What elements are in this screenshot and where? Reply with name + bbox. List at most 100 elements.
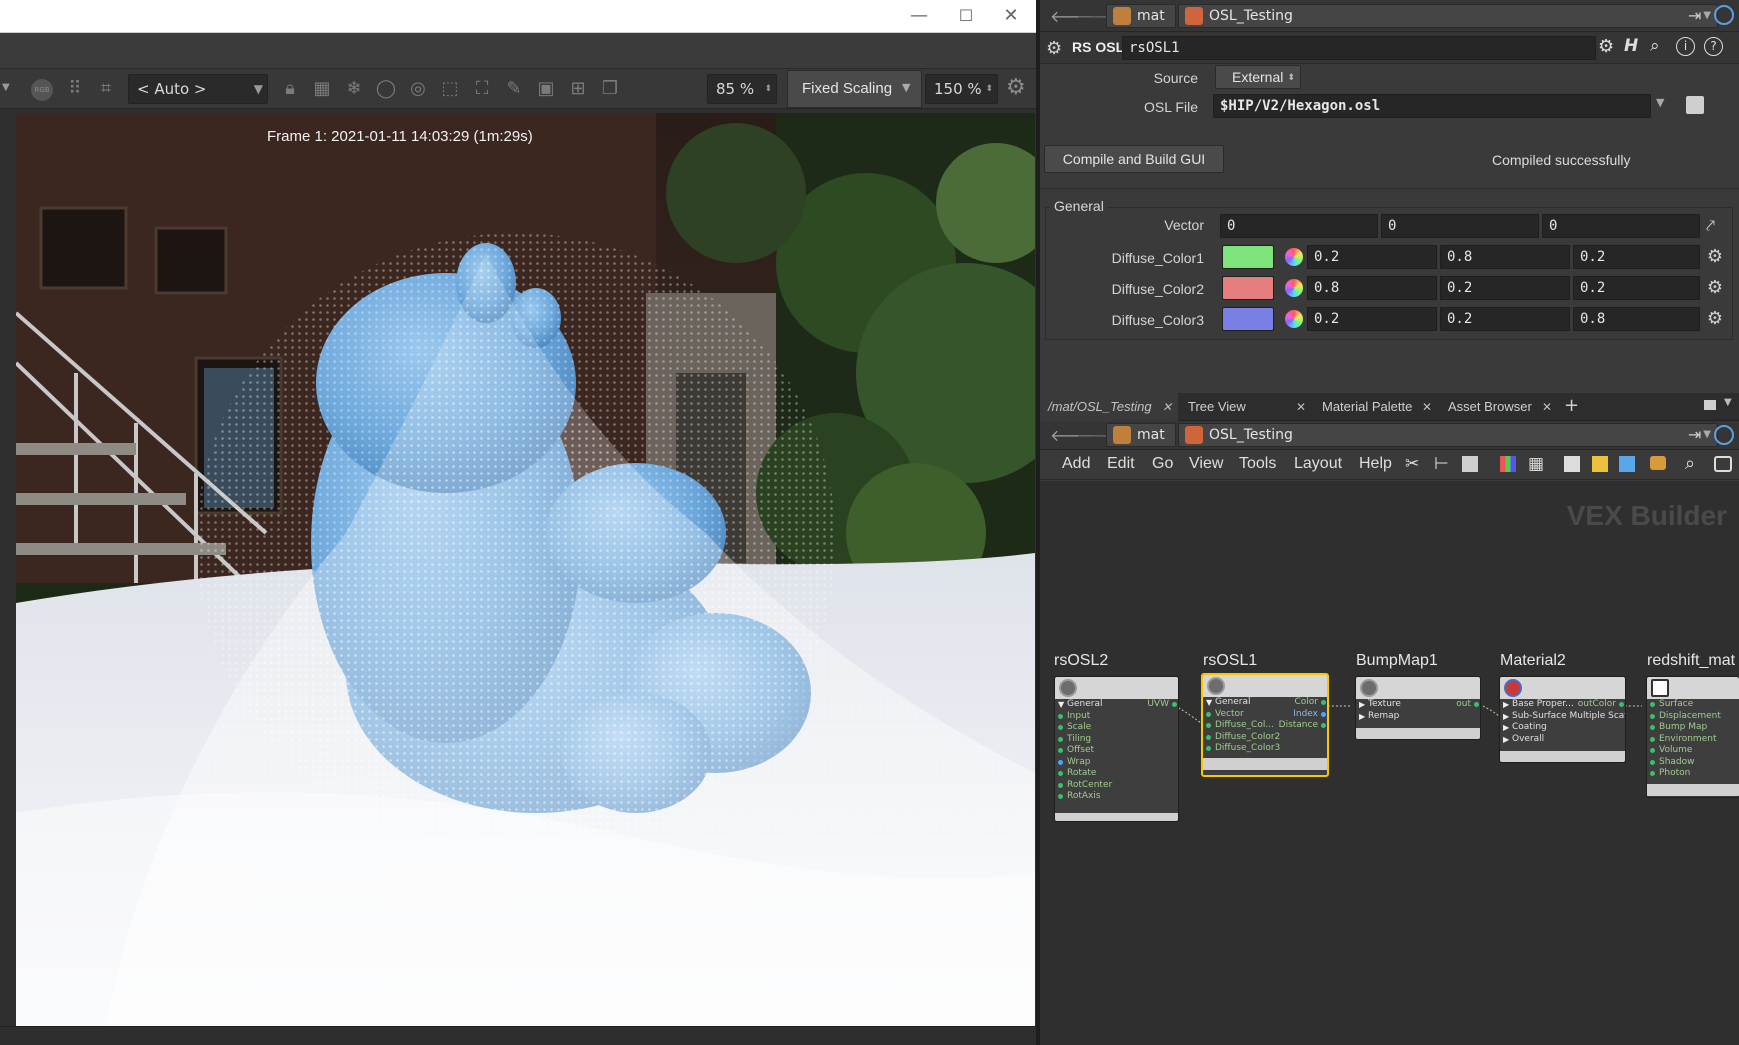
chevron-down-icon[interactable]: ▼ xyxy=(902,81,910,94)
color-wheel-icon[interactable] xyxy=(1285,248,1303,266)
node-input[interactable]: Diffuse_Col... Distance xyxy=(1203,720,1327,732)
pin-icon[interactable]: ⇥ xyxy=(1688,6,1701,25)
output-connector[interactable] xyxy=(1474,702,1479,707)
grid-icon[interactable]: ▦ xyxy=(309,76,335,102)
input-connector[interactable] xyxy=(1058,725,1063,730)
output-connector[interactable] xyxy=(1172,702,1177,707)
search-icon[interactable]: ⌕ xyxy=(1685,453,1695,474)
display-window-dropdown[interactable]: < Auto > ▼ xyxy=(128,74,268,104)
node-input[interactable]: Scale xyxy=(1055,722,1178,734)
network-box-icon[interactable] xyxy=(1564,456,1580,472)
chevron-down-icon[interactable]: ▼ xyxy=(1656,96,1664,109)
node-group[interactable]: ▶ Coating xyxy=(1500,722,1625,734)
asset-icon[interactable] xyxy=(1650,456,1666,470)
tools-icon[interactable]: ✂ xyxy=(1405,454,1419,474)
tab-material-palette[interactable]: Material Palette ✕ xyxy=(1314,393,1438,421)
fit-icon[interactable]: ⛶ xyxy=(469,76,495,102)
vector-z-field[interactable]: 0 xyxy=(1542,214,1700,238)
grid-icon[interactable]: ▦ xyxy=(1528,454,1544,474)
input-connector[interactable] xyxy=(1058,713,1063,719)
menu-add[interactable]: Add xyxy=(1062,455,1090,473)
node-group[interactable]: ▶ Base Proper... outColor xyxy=(1500,699,1625,711)
gear-icon[interactable]: ⚙ xyxy=(1006,75,1026,100)
diffuse-color1-r[interactable]: 0.2 xyxy=(1307,245,1437,269)
node-group[interactable]: ▶Sub-Surface Multiple Scatteri... xyxy=(1500,711,1625,723)
diffuse-color3-g[interactable]: 0.2 xyxy=(1440,307,1570,331)
diffuse-color3-b[interactable]: 0.8 xyxy=(1573,307,1700,331)
scale-field[interactable]: 150 % ⬍ xyxy=(925,74,998,104)
node-input[interactable]: Diffuse_Color3 xyxy=(1203,743,1327,755)
menu-help[interactable]: Help xyxy=(1359,455,1392,473)
eye-icon[interactable] xyxy=(1714,456,1732,472)
node-input[interactable]: Offset xyxy=(1055,745,1178,757)
input-connector[interactable] xyxy=(1206,711,1211,717)
output-connector[interactable] xyxy=(1619,702,1624,707)
color-wheel-icon[interactable] xyxy=(1285,279,1303,297)
close-button[interactable]: ✕ xyxy=(988,0,1034,32)
node-input[interactable]: Displacement xyxy=(1647,711,1739,723)
help-h-icon[interactable]: H xyxy=(1624,36,1638,56)
input-connector[interactable] xyxy=(1650,748,1655,753)
menu-tools[interactable]: Tools xyxy=(1239,455,1276,473)
node-input[interactable]: Diffuse_Color2 xyxy=(1203,732,1327,744)
node-redshift-mat[interactable]: Surface Displacement Bump Map Environmen… xyxy=(1646,676,1739,798)
add-snapshot-icon[interactable]: ⊞ xyxy=(565,76,591,102)
node-input[interactable]: Wrap xyxy=(1055,757,1178,769)
node-input[interactable]: Volume xyxy=(1647,745,1739,757)
input-connector[interactable] xyxy=(1206,746,1211,751)
tree-icon[interactable]: ⊢ xyxy=(1434,454,1449,474)
gear-icon[interactable]: ⚙ xyxy=(1598,36,1614,57)
diffuse-color1-swatch[interactable] xyxy=(1222,245,1274,269)
close-icon[interactable]: ✕ xyxy=(1162,393,1172,421)
sticky-note-icon[interactable] xyxy=(1592,456,1608,472)
output-connector[interactable] xyxy=(1321,700,1326,705)
node-group[interactable]: ▶ Texture out xyxy=(1356,699,1480,711)
search-icon[interactable]: ⌕ xyxy=(1650,36,1660,56)
node-input[interactable]: Surface xyxy=(1647,699,1739,711)
target-icon[interactable]: ◎ xyxy=(405,76,431,102)
close-icon[interactable]: ✕ xyxy=(1296,393,1306,421)
rgb-channel-icon[interactable]: RGB xyxy=(31,79,53,101)
node-input[interactable]: Environment xyxy=(1647,734,1739,746)
node-material2[interactable]: ▶ Base Proper... outColor ▶ Sub-Surface Mul… xyxy=(1499,676,1626,763)
diffuse-color1-g[interactable]: 0.8 xyxy=(1440,245,1570,269)
input-connector[interactable] xyxy=(1058,794,1063,799)
node-bumpmap1[interactable]: ▶ Texture out ▶ Remap xyxy=(1355,676,1481,740)
edit-icon[interactable]: ✎ xyxy=(501,76,527,102)
input-connector[interactable] xyxy=(1058,748,1063,753)
path-segment-mat[interactable]: mat xyxy=(1106,423,1176,447)
node-rsosl1[interactable]: ▼ General Color Vector Index Diffuse_Col...… xyxy=(1201,673,1329,777)
close-icon[interactable]: ✕ xyxy=(1422,393,1432,421)
color-wheel-icon[interactable] xyxy=(1285,310,1303,328)
diffuse-color1-b[interactable]: 0.2 xyxy=(1573,245,1700,269)
handle-icon[interactable]: ⤤ xyxy=(1706,216,1715,236)
diffuse-color3-r[interactable]: 0.2 xyxy=(1307,307,1437,331)
node-group[interactable]: ▶ Remap xyxy=(1356,711,1480,723)
node-input[interactable]: RotAxis xyxy=(1055,791,1178,803)
copy-icon[interactable]: ❐ xyxy=(597,76,623,102)
output-connector[interactable] xyxy=(1321,711,1326,717)
path-segment-mat[interactable]: mat xyxy=(1106,4,1176,28)
node-input[interactable]: Tiling xyxy=(1055,734,1178,746)
tab-network[interactable]: /mat/OSL_Testing ✕ xyxy=(1040,393,1178,421)
file-chooser-icon[interactable] xyxy=(1686,96,1704,114)
link-icon[interactable] xyxy=(1714,425,1734,445)
grid-dots-icon[interactable]: ⠿ xyxy=(62,76,88,102)
osl-file-field[interactable]: $HIP/V2/Hexagon.osl xyxy=(1213,94,1651,118)
minimize-button[interactable]: — xyxy=(896,0,942,32)
path-segment-osl-testing[interactable]: OSL_Testing ▼ xyxy=(1178,423,1718,447)
compile-build-gui-button[interactable]: Compile and Build GUI xyxy=(1044,145,1224,173)
maximize-button[interactable]: ☐ xyxy=(943,0,989,32)
node-input[interactable]: Shadow xyxy=(1647,757,1739,769)
input-connector[interactable] xyxy=(1650,771,1655,776)
info-icon[interactable]: i xyxy=(1676,37,1695,56)
image-icon[interactable] xyxy=(1619,456,1635,472)
snowflake-icon[interactable]: ❄ xyxy=(341,76,367,102)
input-connector[interactable] xyxy=(1650,725,1655,730)
link-icon[interactable] xyxy=(1714,5,1734,25)
vector-x-field[interactable]: 0 xyxy=(1220,214,1378,238)
node-input[interactable]: Input xyxy=(1055,711,1178,723)
source-dropdown[interactable]: External ⬍ xyxy=(1215,65,1301,89)
gear-icon[interactable]: ⚙ xyxy=(1703,245,1727,269)
input-connector[interactable] xyxy=(1650,736,1655,742)
